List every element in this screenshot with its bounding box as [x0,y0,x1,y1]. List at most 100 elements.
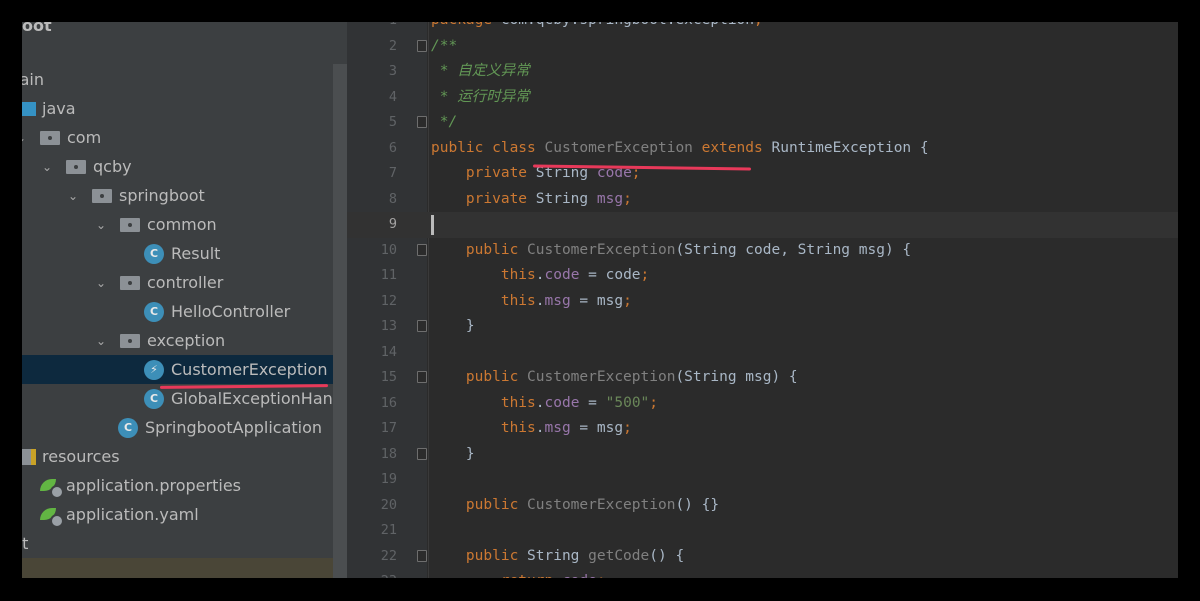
code-token: private [431,165,536,181]
code-line[interactable]: 14 [347,340,1178,366]
code-editor[interactable]: 1package com.qcby.springboot.exception;2… [347,22,1178,578]
chevron-down-icon[interactable]: ⌄ [40,160,54,174]
chevron-down-icon[interactable]: ⌄ [94,334,108,348]
fold-marker-icon[interactable] [417,243,427,256]
code-line[interactable]: 8 private String msg; [347,187,1178,213]
tree-item-label: Result [171,244,221,263]
tree-item-result[interactable]: C Result [22,239,347,268]
tree-item-common[interactable]: ⌄ common [22,210,347,239]
tree-item-java[interactable]: java [22,94,347,123]
package-folder-icon [66,159,86,174]
tree-item-est[interactable]: est [22,529,347,558]
code-text: package com.qcby.springboot.exception; [431,22,763,34]
line-number: 12 [380,292,397,309]
code-token: code [544,394,580,411]
line-number: 8 [388,190,397,207]
code-token: CustomerException [527,496,676,513]
tree-item-controller[interactable]: ⌄ controller [22,268,347,297]
tree-item-exception[interactable]: ⌄ exception [22,326,347,355]
line-number: 23 [347,569,397,578]
line-number: 5 [388,114,397,130]
tree-item-main[interactable]: main [22,65,347,94]
line-number: 22 [380,547,397,564]
line-number: 4 [388,88,397,105]
code-line[interactable]: 2 /** [347,34,1178,60]
code-token: (String code, String msg) { [675,241,912,258]
code-token: (String msg) { [675,369,798,385]
code-line[interactable]: 12 this.msg = msg; [347,289,1178,315]
code-line[interactable]: 3 * 自定义异常 [347,59,1178,85]
code-line[interactable]: 15 public CustomerException(String msg) … [347,365,1178,391]
tree-item-springboot[interactable]: ⌄ springboot [22,181,347,210]
code-line[interactable]: 18 } [347,442,1178,468]
chevron-down-icon[interactable]: ⌄ [94,276,108,290]
code-token: . [535,420,545,436]
code-token: public [431,547,528,564]
ide-window: ootmainjava⌄com⌄qcby⌄springboot⌄commonCR… [22,22,1178,578]
line-number: 20 [380,496,397,513]
code-text: this.code = "500"; [431,391,658,417]
code-line[interactable]: 9 [347,212,1178,238]
code-line[interactable]: 22 public String getCode() { [347,544,1178,570]
fold-marker-icon[interactable] [417,39,427,52]
code-line[interactable]: 19 [347,467,1178,493]
code-token: /** [431,37,458,54]
code-line[interactable]: 23 return code; [347,569,1178,578]
tree-item-application-properties[interactable]: application.properties [22,471,347,500]
code-line[interactable]: 13 } [347,314,1178,340]
code-token: RuntimeException { [771,139,929,156]
code-token: package [431,22,501,28]
code-token: () { [649,547,685,564]
tree-item-resources[interactable]: resources [22,442,347,471]
code-token: = code [579,267,641,283]
code-line[interactable]: 11 this.code = code; [347,263,1178,289]
code-line[interactable]: 7 private String code; [347,161,1178,187]
project-tree-scrollbar[interactable] [333,64,347,578]
line-number: 1 [347,22,397,34]
tree-item-oot[interactable]: oot [22,22,347,40]
tree-item-hellocontroller[interactable]: C HelloController [22,297,347,326]
code-line[interactable]: 4 * 运行时异常 [347,85,1178,111]
code-token: public [431,369,528,385]
code-token: msg [544,420,571,436]
code-token: ; [597,573,606,578]
code-token: public class [431,139,545,156]
line-number: 15 [380,369,397,385]
code-line[interactable]: 10 public CustomerException(String code,… [347,238,1178,264]
code-token: getCode [588,547,650,564]
code-token: } [431,318,475,334]
code-token: * 运行时异常 [431,88,530,105]
code-token: public [431,496,528,513]
fold-marker-icon[interactable] [417,447,427,460]
code-token: code [562,573,597,578]
line-number: 14 [380,343,397,360]
tree-item-et[interactable]: et [22,558,347,578]
chevron-down-icon[interactable]: ⌄ [94,218,108,232]
tree-item-customerexception[interactable]: ⚡ CustomerException [22,355,347,384]
spring-config-icon [40,506,64,528]
code-text: private String msg; [431,187,632,213]
code-line[interactable]: 16 this.code = "500"; [347,391,1178,417]
fold-marker-icon[interactable] [417,320,427,332]
fold-marker-icon[interactable] [417,549,427,562]
tree-item-springbootapplication[interactable]: C SpringbootApplication [22,413,347,442]
code-token: . [535,394,545,411]
tree-item-application-yaml[interactable]: application.yaml [22,500,347,529]
code-line[interactable]: 1 package com.qcby.springboot.exception; [347,22,1178,34]
line-number: 11 [380,267,397,283]
tree-item-com[interactable]: ⌄ com [22,123,347,152]
code-line[interactable]: 6 public class CustomerException extends … [347,136,1178,162]
code-line[interactable]: 20 public CustomerException() {} [347,493,1178,519]
fold-marker-icon[interactable] [417,371,427,383]
code-line[interactable]: 17 this.msg = msg; [347,416,1178,442]
code-line[interactable]: 21 [347,518,1178,544]
fold-marker-icon[interactable] [417,116,427,128]
class-icon: C [144,388,164,409]
chevron-down-icon[interactable]: ⌄ [22,131,28,145]
code-text: } [431,442,475,468]
package-folder-icon [92,188,112,203]
chevron-down-icon[interactable]: ⌄ [66,189,80,203]
code-text: public class CustomerException extends R… [431,136,929,162]
code-line[interactable]: 5 */ [347,110,1178,136]
tree-item-qcby[interactable]: ⌄ qcby [22,152,347,181]
